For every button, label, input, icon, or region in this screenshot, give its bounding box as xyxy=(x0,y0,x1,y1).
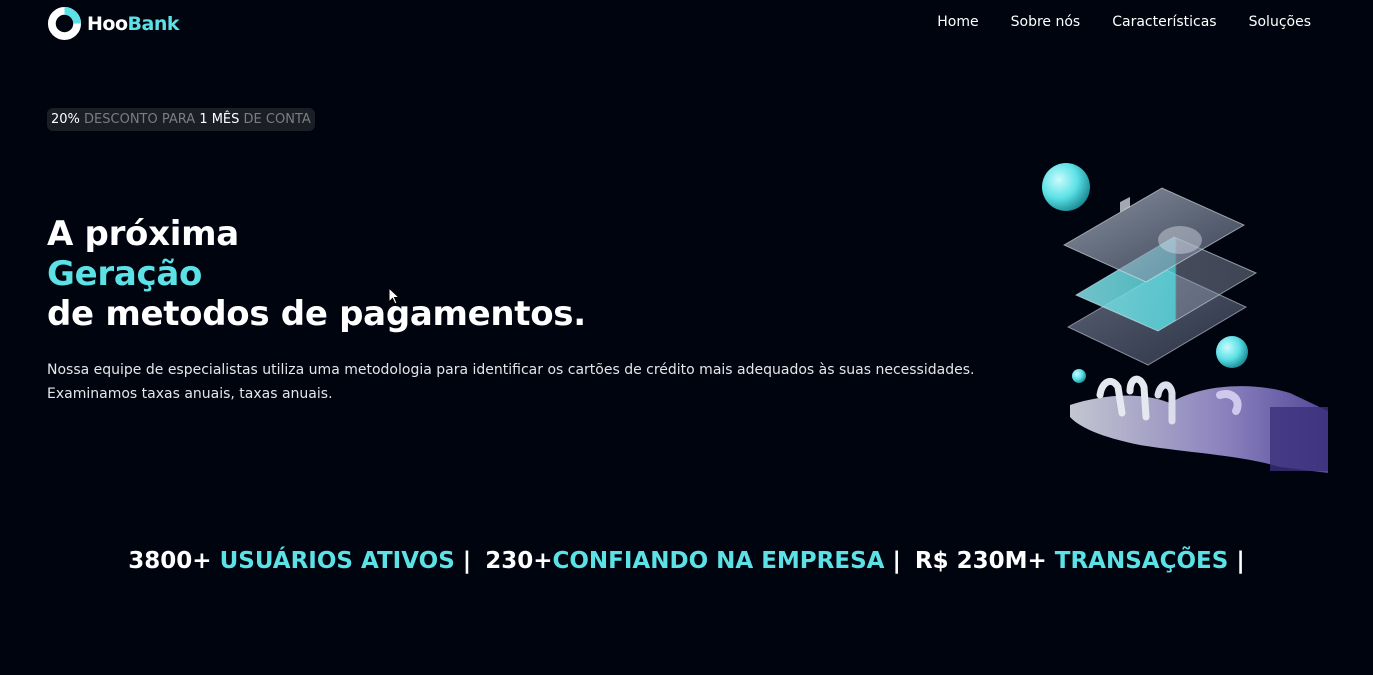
hoobank-logo-icon xyxy=(47,6,82,41)
nav-item-solutions[interactable]: Soluções xyxy=(1249,14,1311,30)
hero-title-line3: de metodos de pagamentos. xyxy=(47,294,586,334)
orb-medium-icon xyxy=(1216,336,1248,368)
robot-hand-icon xyxy=(1070,375,1328,473)
stat-transactions: R$ 230M+ TRANSAÇÕES | xyxy=(915,548,1245,574)
orb-large-icon xyxy=(1042,163,1090,211)
landing-page: HooBank Home Sobre nós Características S… xyxy=(0,0,1373,675)
logo-text-part2: Bank xyxy=(127,12,180,35)
stat-value: 3800+ xyxy=(128,548,212,574)
hero-title: A próxima Geração de metodos de pagament… xyxy=(47,214,586,334)
mouse-cursor-icon xyxy=(388,287,400,305)
badge-period: 1 MÊS xyxy=(199,112,240,127)
badge-text2: DE CONTA xyxy=(243,112,311,127)
main-nav: Home Sobre nós Características Soluções xyxy=(937,14,1311,30)
logo-text-part1: Hoo xyxy=(87,12,128,35)
stats-bar: 3800+ USUÁRIOS ATIVOS | 230+CONFIANDO NA… xyxy=(0,548,1373,574)
hero-title-line2: Geração xyxy=(47,254,203,294)
badge-percent: 20% xyxy=(51,112,80,127)
hero-description: Nossa equipe de especialistas utiliza um… xyxy=(47,362,975,402)
nav-item-home[interactable]: Home xyxy=(937,14,978,30)
orb-small-icon xyxy=(1072,369,1086,383)
hero-title-line1: A próxima xyxy=(47,214,239,254)
stat-separator: | xyxy=(462,548,472,574)
logo[interactable]: HooBank xyxy=(47,6,179,41)
stat-label: USUÁRIOS ATIVOS xyxy=(219,548,455,574)
robot-hand-cards-illustration xyxy=(1042,163,1328,473)
logo-text: HooBank xyxy=(87,13,179,35)
stat-value: R$ 230M+ xyxy=(914,548,1047,574)
stat-separator: | xyxy=(1236,548,1245,574)
stat-value: 230+ xyxy=(485,548,553,574)
stat-active-users: 3800+ USUÁRIOS ATIVOS | xyxy=(128,548,471,574)
discount-badge: 20% DESCONTO PARA 1 MÊS DE CONTA xyxy=(47,108,315,131)
stat-separator: | xyxy=(892,548,901,574)
badge-text1: DESCONTO PARA xyxy=(84,112,196,127)
nav-item-about[interactable]: Sobre nós xyxy=(1011,14,1081,30)
stat-label: TRANSAÇÕES xyxy=(1054,548,1229,574)
stat-label: CONFIANDO NA EMPRESA xyxy=(552,548,885,574)
nav-item-features[interactable]: Características xyxy=(1112,14,1216,30)
stat-trusting-company: 230+CONFIANDO NA EMPRESA | xyxy=(485,548,901,574)
